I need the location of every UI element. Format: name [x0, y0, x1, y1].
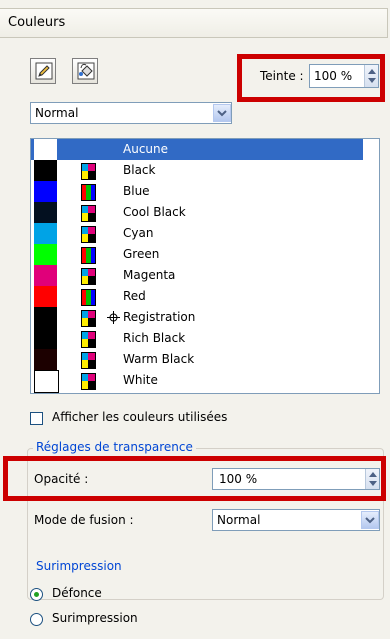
color-mode-icon — [81, 289, 96, 306]
color-mode-icon — [81, 184, 96, 201]
swatch-name: Red — [123, 289, 146, 303]
panel-title-bar: Couleurs — [0, 8, 388, 38]
swatch-row[interactable]: Red — [31, 286, 363, 307]
swatch-color — [34, 139, 57, 160]
color-mode-icon — [81, 226, 96, 243]
transparency-legend: Réglages de transparence — [33, 440, 196, 454]
blend-mode-select[interactable]: Normal — [30, 102, 232, 124]
fill-tool-button[interactable] — [72, 58, 98, 84]
opacity-field[interactable]: 100 % — [212, 468, 380, 490]
fusion-mode-dropdown-button[interactable] — [361, 511, 379, 529]
scroll-up-button[interactable] — [379, 139, 380, 156]
swatch-row[interactable]: Black — [31, 160, 363, 181]
swatch-name: Warm Black — [123, 352, 195, 366]
overprint-radio[interactable] — [30, 613, 43, 626]
color-mode-icon — [81, 247, 96, 264]
tint-label: Teinte : — [260, 69, 304, 83]
swatch-row[interactable]: Blue — [31, 181, 363, 202]
overprint-legend: Surimpression — [33, 559, 125, 573]
swatch-color — [34, 349, 57, 370]
overprint-label: Surimpression — [52, 611, 138, 625]
swatch-row[interactable]: Green — [31, 244, 363, 265]
swatch-color — [34, 328, 57, 349]
swatch-row[interactable]: Cool Black — [31, 202, 363, 223]
knockout-radio[interactable] — [30, 588, 43, 601]
tint-spinner[interactable] — [364, 65, 378, 87]
show-used-checkbox[interactable] — [30, 412, 43, 425]
swatch-row[interactable]: White — [31, 370, 363, 393]
tint-value: 100 % — [314, 69, 353, 83]
color-mode-icon — [81, 352, 96, 369]
blend-mode-dropdown-button[interactable] — [213, 104, 231, 122]
color-mode-icon — [81, 331, 96, 348]
blend-mode-value: Normal — [35, 106, 79, 120]
swatch-list-scrollbar[interactable] — [379, 139, 380, 393]
swatch-name: White — [123, 373, 158, 387]
color-mode-icon — [81, 373, 96, 390]
opacity-value: 100 % — [219, 472, 258, 486]
swatch-name: Cyan — [123, 226, 154, 240]
swatch-color — [34, 307, 57, 328]
scroll-down-button[interactable] — [379, 376, 380, 393]
color-mode-icon — [81, 205, 96, 222]
swatch-row[interactable]: Cyan — [31, 223, 363, 244]
swatch-row[interactable]: Registration — [31, 307, 363, 328]
swatch-color — [34, 244, 57, 265]
swatch-row[interactable]: Rich Black — [31, 328, 363, 349]
edit-color-button[interactable] — [30, 58, 56, 84]
color-mode-icon — [81, 268, 96, 285]
swatch-name: Rich Black — [123, 331, 186, 345]
swatch-name: Aucune — [123, 142, 169, 156]
swatch-row[interactable]: Warm Black — [31, 349, 363, 370]
swatch-color — [34, 181, 57, 202]
swatch-row[interactable]: Aucune — [31, 139, 363, 160]
swatch-row[interactable]: Magenta — [31, 265, 363, 286]
opacity-spinner[interactable] — [365, 469, 379, 489]
color-mode-icon — [81, 310, 96, 327]
swatch-color — [34, 160, 57, 181]
swatch-name: Cool Black — [123, 205, 186, 219]
tint-field[interactable]: 100 % — [309, 64, 379, 88]
opacity-label: Opacité : — [34, 472, 89, 486]
fusion-mode-select[interactable]: Normal — [212, 509, 380, 531]
swatch-color — [34, 223, 57, 244]
swatch-name: Blue — [123, 184, 150, 198]
swatch-color — [34, 286, 57, 307]
swatch-list[interactable]: Aucune Black Blue Cool Black Cyan Green Magent… — [30, 138, 380, 394]
swatch-color — [34, 202, 57, 223]
swatch-name: Magenta — [123, 268, 176, 282]
show-used-label: Afficher les couleurs utilisées — [52, 410, 228, 424]
swatch-color — [34, 370, 59, 393]
paint-bucket-icon — [77, 62, 95, 80]
blend-mode-label: Mode de fusion : — [34, 513, 134, 527]
chevron-down-icon — [217, 110, 227, 117]
swatch-color — [34, 265, 57, 286]
knockout-label: Défonce — [52, 586, 102, 600]
swatch-name: Registration — [123, 310, 196, 324]
swatch-name: Black — [123, 163, 156, 177]
registration-mark-icon — [107, 311, 120, 324]
spinner-arrows-icon — [368, 69, 376, 83]
pencil-icon — [35, 62, 53, 80]
spinner-arrows-icon — [369, 472, 377, 486]
chevron-down-icon — [365, 517, 375, 524]
color-mode-icon — [81, 163, 96, 180]
panel-title: Couleurs — [8, 15, 66, 30]
fusion-mode-value: Normal — [217, 513, 261, 527]
swatch-name: Green — [123, 247, 160, 261]
